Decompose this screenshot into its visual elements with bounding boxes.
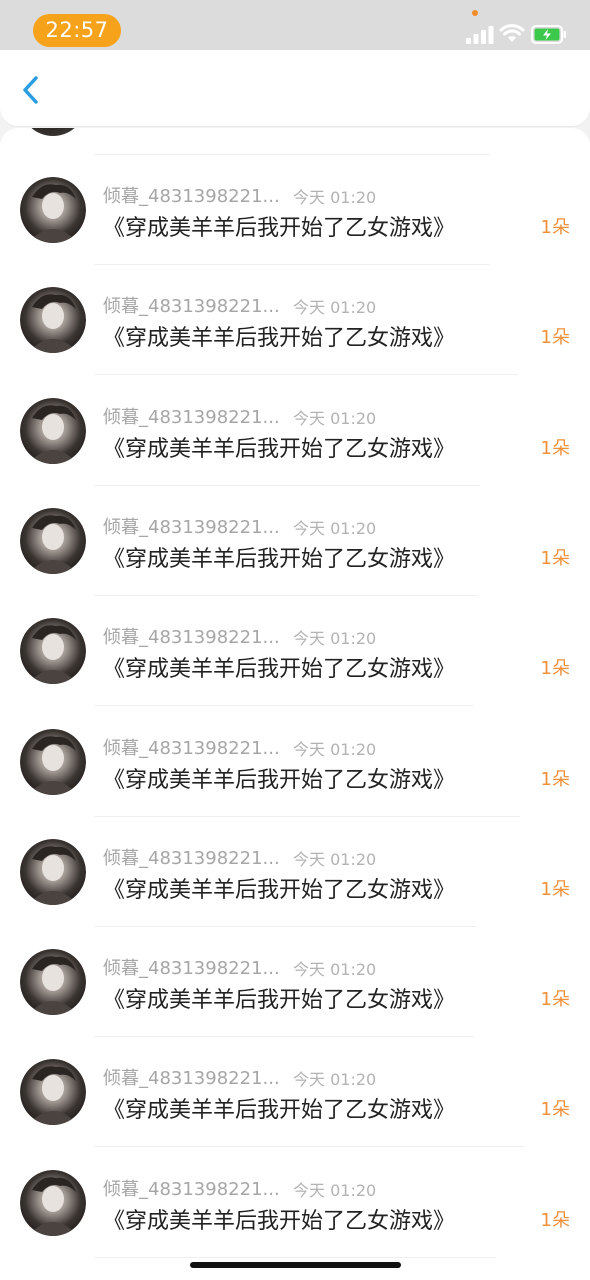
list-item[interactable]: 倾暮_4831398221... 今天 01:20 《穿成美羊羊后我开始了乙女游戏》…: [0, 927, 590, 1038]
username: 倾暮_4831398221...: [103, 627, 280, 649]
list-item[interactable]: 倾暮_4831398221... 今天 01:20 《穿成美羊羊后我开始了乙女游戏》…: [0, 1148, 590, 1258]
flower-count: 1朵: [540, 547, 570, 569]
avatar[interactable]: [20, 507, 86, 574]
timestamp: 今天 01:20: [293, 518, 377, 538]
username: 倾暮_4831398221...: [103, 737, 280, 759]
book-title: 《穿成美羊羊后我开始了乙女游戏》: [103, 988, 456, 1014]
book-title: 《穿成美羊羊后我开始了乙女游戏》: [103, 877, 456, 903]
divider: [94, 1256, 496, 1258]
signal-icon: [466, 26, 494, 44]
avatar: [20, 128, 86, 136]
flower-count: 1朵: [540, 327, 570, 349]
avatar[interactable]: [20, 1169, 86, 1236]
book-title: 《穿成美羊羊后我开始了乙女游戏》: [103, 546, 456, 572]
username: 倾暮_4831398221...: [103, 406, 280, 428]
list-item[interactable]: 倾暮_4831398221... 今天 01:20 《穿成美羊羊后我开始了乙女游戏》…: [0, 707, 590, 817]
timestamp: 今天 01:20: [293, 1070, 377, 1090]
avatar[interactable]: [20, 177, 86, 243]
battery-charging-icon: [531, 25, 566, 44]
avatar[interactable]: [20, 1059, 86, 1126]
username: 倾暮_4831398221...: [103, 1068, 280, 1090]
avatar[interactable]: [20, 287, 86, 354]
avatar[interactable]: [20, 949, 86, 1016]
flower-count: 1朵: [540, 1209, 570, 1231]
status-time: 22:57: [33, 14, 121, 47]
gift-list: 倾暮_4831398221... 今天 01:20 《穿成美羊羊后我开始了乙女游戏》…: [0, 128, 590, 1280]
avatar[interactable]: [20, 838, 86, 905]
book-title: 《穿成美羊羊后我开始了乙女游戏》: [103, 767, 456, 793]
header-bar: [0, 50, 590, 126]
flower-count: 1朵: [540, 878, 570, 900]
wifi-icon: [499, 24, 525, 42]
timestamp: 今天 01:20: [293, 298, 377, 318]
flower-count: 1朵: [540, 658, 570, 680]
book-title: 《穿成美羊羊后我开始了乙女游戏》: [103, 657, 456, 683]
book-title: 《穿成美羊羊后我开始了乙女游戏》: [103, 436, 456, 462]
avatar[interactable]: [20, 728, 86, 795]
username: 倾暮_4831398221...: [103, 516, 280, 538]
list-item[interactable]: 倾暮_4831398221... 今天 01:20 《穿成美羊羊后我开始了乙女游戏》…: [0, 596, 590, 707]
timestamp: 今天 01:20: [293, 849, 377, 869]
list-item[interactable]: 倾暮_4831398221... 今天 01:20 《穿成美羊羊后我开始了乙女游戏》…: [0, 376, 590, 486]
book-title: 《穿成美羊羊后我开始了乙女游戏》: [103, 1098, 456, 1124]
book-title: 《穿成美羊羊后我开始了乙女游戏》: [103, 326, 456, 352]
flower-count: 1朵: [540, 217, 570, 238]
username: 倾暮_4831398221...: [103, 186, 280, 207]
list-item[interactable]: 倾暮_4831398221... 今天 01:20 《穿成美羊羊后我开始了乙女游戏》…: [0, 817, 590, 927]
timestamp: 今天 01:20: [293, 408, 377, 428]
list-item[interactable]: 倾暮_4831398221... 今天 01:20 《穿成美羊羊后我开始了乙女游戏》…: [0, 265, 590, 376]
home-indicator: [190, 1262, 401, 1268]
screen: 22:57 倾暮_4831398221... 今天 01:20 《穿成美羊羊后我开始…: [0, 0, 590, 1280]
username: 倾暮_4831398221...: [103, 1178, 280, 1200]
list-item[interactable]: 倾暮_4831398221... 今天 01:20 《穿成美羊羊后我开始了乙女游戏》…: [0, 155, 590, 265]
book-title: 《穿成美羊羊后我开始了乙女游戏》: [103, 1208, 456, 1234]
book-title: 《穿成美羊羊后我开始了乙女游戏》: [103, 216, 456, 241]
privacy-indicator-dot: [472, 10, 478, 16]
timestamp: 今天 01:20: [293, 1180, 377, 1200]
timestamp: 今天 01:20: [293, 188, 377, 207]
flower-count: 1朵: [540, 768, 570, 790]
flower-count: 1朵: [540, 437, 570, 459]
list-item[interactable]: 倾暮_4831398221... 今天 01:20 《穿成美羊羊后我开始了乙女游戏》…: [0, 486, 590, 596]
flower-count: 1朵: [540, 989, 570, 1011]
username: 倾暮_4831398221...: [103, 847, 280, 869]
avatar[interactable]: [20, 618, 86, 685]
chevron-left-icon[interactable]: [14, 72, 50, 108]
timestamp: 今天 01:20: [293, 960, 377, 980]
status-bar: 22:57: [0, 0, 590, 50]
username: 倾暮_4831398221...: [103, 296, 280, 318]
list-item[interactable]: 倾暮_4831398221... 今天 01:20 《穿成美羊羊后我开始了乙女游戏》…: [0, 1037, 590, 1148]
username: 倾暮_4831398221...: [103, 958, 280, 980]
avatar[interactable]: [20, 397, 86, 464]
flower-count: 1朵: [540, 1099, 570, 1121]
timestamp: 今天 01:20: [293, 739, 377, 759]
timestamp: 今天 01:20: [293, 629, 377, 649]
